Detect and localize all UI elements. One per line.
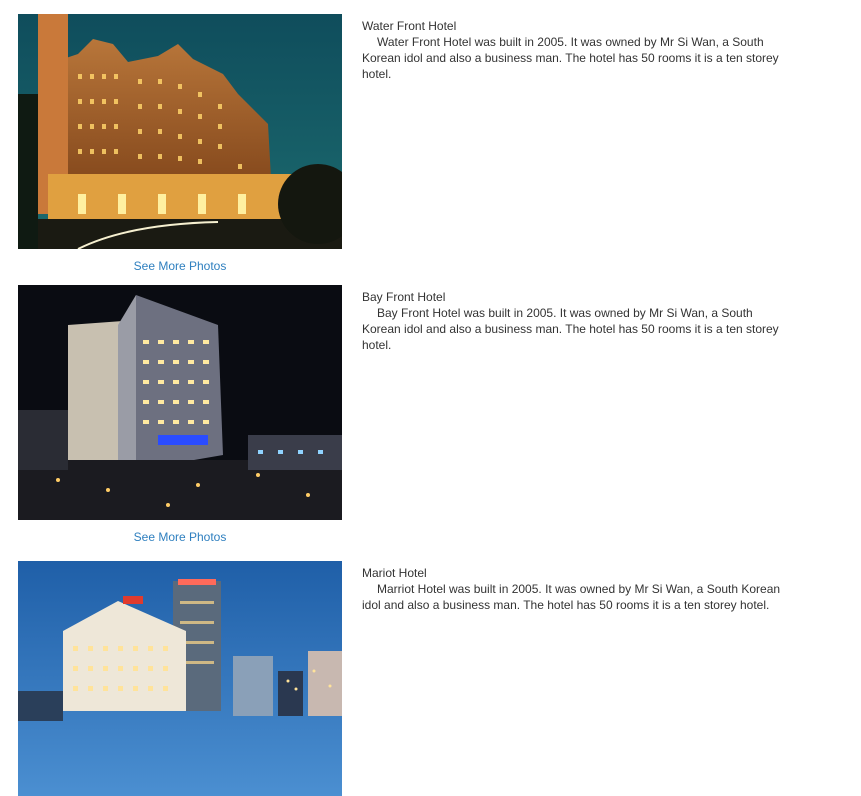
hotel-name: Water Front Hotel: [362, 19, 457, 33]
hotel-photo-water-front[interactable]: [18, 14, 342, 249]
hotel-photo-mariot[interactable]: [18, 561, 342, 796]
see-more-photos-link[interactable]: See More Photos: [18, 259, 342, 273]
hotel-description: Marriot Hotel was built in 2005. It was …: [362, 582, 781, 612]
hotel-description: Bay Front Hotel was built in 2005. It wa…: [362, 306, 779, 352]
hotel-info: Bay Front Hotel Bay Front Hotel was buil…: [362, 289, 792, 353]
hotel-info: Mariot Hotel Marriot Hotel was built in …: [362, 565, 792, 613]
see-more-photos-link[interactable]: See More Photos: [18, 530, 342, 544]
hotel-name: Bay Front Hotel: [362, 290, 446, 304]
hotel-description: Water Front Hotel was built in 2005. It …: [362, 35, 779, 81]
hotel-photo-bay-front[interactable]: [18, 285, 342, 520]
hotel-name: Mariot Hotel: [362, 566, 427, 580]
hotel-info: Water Front Hotel Water Front Hotel was …: [362, 18, 792, 82]
